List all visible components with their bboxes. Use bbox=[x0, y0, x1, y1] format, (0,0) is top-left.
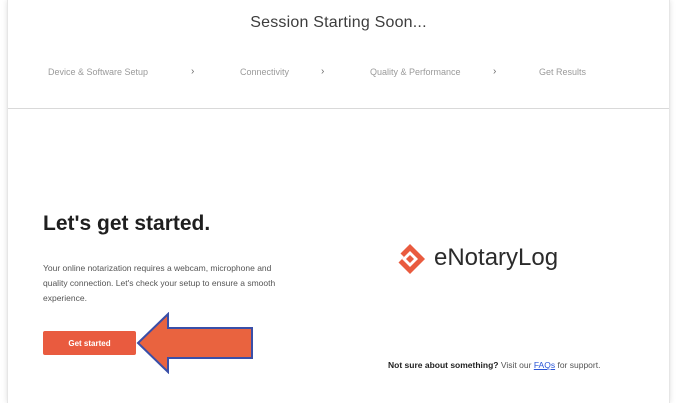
chevron-right-icon: › bbox=[493, 66, 497, 77]
progress-steps: Device & Software Setup › Connectivity ›… bbox=[8, 66, 669, 85]
step-quality-performance: Quality & Performance bbox=[370, 67, 461, 77]
step-device-software-setup: Device & Software Setup bbox=[48, 67, 149, 77]
support-text: Not sure about something? Visit our FAQs… bbox=[388, 357, 618, 374]
left-arrow-icon bbox=[136, 312, 253, 374]
get-started-button[interactable]: Get started bbox=[43, 331, 136, 355]
support-question: Not sure about something? bbox=[388, 360, 499, 370]
step-get-results: Get Results bbox=[539, 67, 587, 77]
support-suffix: for support. bbox=[557, 360, 601, 370]
chevron-right-icon: › bbox=[321, 66, 325, 77]
setup-description: Your online notarization requires a webc… bbox=[43, 263, 276, 303]
support-visit-prefix: Visit our bbox=[500, 360, 532, 370]
brand-name: eNotaryLog bbox=[434, 244, 559, 271]
page-title: Let's get started. bbox=[43, 212, 211, 235]
session-window: Session Starting Soon... Device & Softwa… bbox=[8, 0, 669, 403]
step-connectivity: Connectivity bbox=[240, 67, 290, 77]
enotarylog-diamond-icon bbox=[394, 244, 425, 274]
session-header: Session Starting Soon... Device & Softwa… bbox=[8, 0, 669, 109]
session-title: Session Starting Soon... bbox=[250, 14, 427, 31]
faqs-link[interactable]: FAQs bbox=[534, 360, 555, 370]
chevron-right-icon: › bbox=[191, 66, 195, 77]
